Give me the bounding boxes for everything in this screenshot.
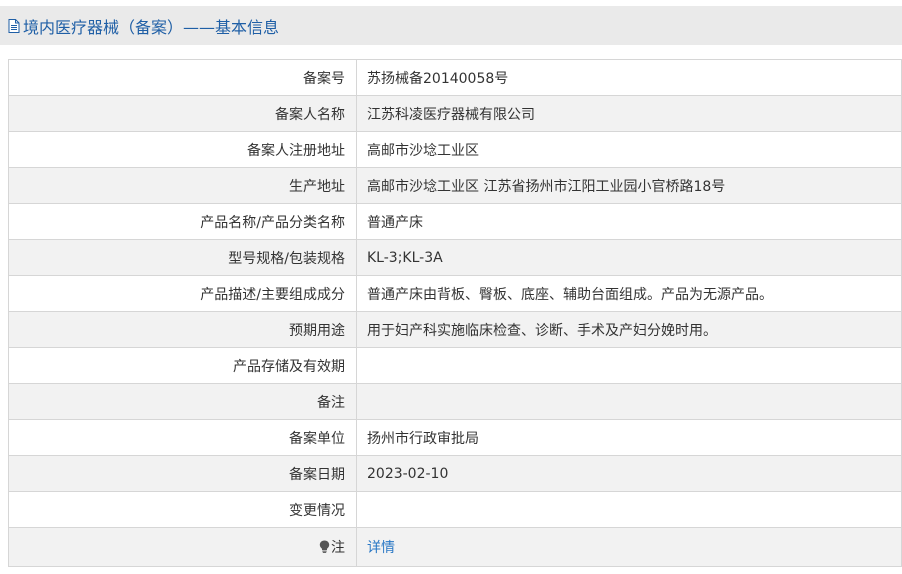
field-label: 备案单位 xyxy=(8,419,357,456)
page: 境内医疗器械（备案）——基本信息 备案号 苏扬械备20140058号 备案人名称 江苏… xyxy=(0,0,902,574)
field-label: 备注 xyxy=(8,383,357,420)
field-value: 苏扬械备20140058号 xyxy=(356,59,902,96)
table-row: 产品描述/主要组成成分 普通产床由背板、臀板、底座、辅助台面组成。产品为无源产品。 xyxy=(8,275,902,312)
table-row: 变更情况 xyxy=(8,491,902,528)
field-label: 型号规格/包装规格 xyxy=(8,239,357,276)
title-bar: 境内医疗器械（备案）——基本信息 xyxy=(0,6,902,45)
lightbulb-icon xyxy=(319,540,330,553)
table-row: 预期用途 用于妇产科实施临床检查、诊断、手术及产妇分娩时用。 xyxy=(8,311,902,348)
table-row: 产品存储及有效期 xyxy=(8,347,902,384)
field-label: 生产地址 xyxy=(8,167,357,204)
table-row: 生产地址 高邮市沙埝工业区 江苏省扬州市江阳工业园小官桥路18号 xyxy=(8,167,902,204)
field-label: 备案人注册地址 xyxy=(8,131,357,168)
table-row: 备案单位 扬州市行政审批局 xyxy=(8,419,902,456)
note-label-cell: 注 xyxy=(8,527,357,567)
field-value: 扬州市行政审批局 xyxy=(356,419,902,456)
table-row: 型号规格/包装规格 KL-3;KL-3A xyxy=(8,239,902,276)
document-icon xyxy=(7,18,21,34)
field-label: 备案日期 xyxy=(8,455,357,492)
field-value: 普通产床 xyxy=(356,203,902,240)
table-row: 备注 xyxy=(8,383,902,420)
table-row: 备案日期 2023-02-10 xyxy=(8,455,902,492)
note-row: 注 详情 xyxy=(8,527,902,567)
field-value: 普通产床由背板、臀板、底座、辅助台面组成。产品为无源产品。 xyxy=(356,275,902,312)
field-value: 江苏科凌医疗器械有限公司 xyxy=(356,95,902,132)
table-row: 备案号 苏扬械备20140058号 xyxy=(8,59,902,96)
note-value-cell: 详情 xyxy=(356,527,902,567)
field-value: KL-3;KL-3A xyxy=(356,239,902,276)
field-value: 用于妇产科实施临床检查、诊断、手术及产妇分娩时用。 xyxy=(356,311,902,348)
field-label: 产品名称/产品分类名称 xyxy=(8,203,357,240)
field-label: 备案人名称 xyxy=(8,95,357,132)
table-row: 备案人名称 江苏科凌医疗器械有限公司 xyxy=(8,95,902,132)
field-label: 产品存储及有效期 xyxy=(8,347,357,384)
field-label: 预期用途 xyxy=(8,311,357,348)
field-value: 高邮市沙埝工业区 江苏省扬州市江阳工业园小官桥路18号 xyxy=(356,167,902,204)
note-label: 注 xyxy=(331,540,345,556)
field-value: 2023-02-10 xyxy=(356,455,902,492)
table-row: 产品名称/产品分类名称 普通产床 xyxy=(8,203,902,240)
field-label: 变更情况 xyxy=(8,491,357,528)
field-value xyxy=(356,491,902,528)
details-link[interactable]: 详情 xyxy=(367,540,395,556)
field-label: 产品描述/主要组成成分 xyxy=(8,275,357,312)
info-table: 备案号 苏扬械备20140058号 备案人名称 江苏科凌医疗器械有限公司 备案人注册地址… xyxy=(8,59,902,567)
field-value xyxy=(356,347,902,384)
field-value: 高邮市沙埝工业区 xyxy=(356,131,902,168)
field-value xyxy=(356,383,902,420)
field-label: 备案号 xyxy=(8,59,357,96)
page-title: 境内医疗器械（备案）——基本信息 xyxy=(23,17,280,37)
table-row: 备案人注册地址 高邮市沙埝工业区 xyxy=(8,131,902,168)
